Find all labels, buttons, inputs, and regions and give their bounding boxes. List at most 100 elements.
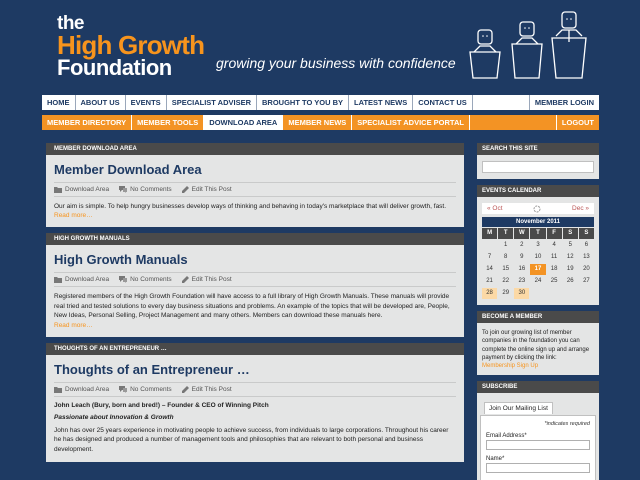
calendar-day[interactable]: 21 — [482, 276, 498, 287]
calendar-day-header: W — [514, 228, 530, 239]
nav-spacer — [473, 95, 529, 110]
site-logo[interactable]: the High Growth Foundation — [57, 14, 205, 80]
calendar-day[interactable]: 30 — [514, 288, 530, 299]
nav-spacer — [470, 115, 556, 130]
nav-member-login[interactable]: MEMBER LOGIN — [528, 95, 599, 110]
calendar-day[interactable]: 15 — [498, 264, 514, 275]
post-title[interactable]: Member Download Area — [54, 162, 456, 177]
calendar-day[interactable]: 27 — [578, 276, 594, 287]
calendar-day[interactable]: 16 — [514, 264, 530, 275]
calendar-day[interactable]: 14 — [482, 264, 498, 275]
meta-comments[interactable]: No Comments — [119, 276, 172, 284]
nav-contact-us[interactable]: CONTACT US — [413, 95, 473, 110]
nav-download-area[interactable]: DOWNLOAD AREA — [204, 115, 284, 130]
name-field[interactable] — [486, 462, 590, 473]
calendar-day[interactable]: 8 — [498, 252, 514, 263]
calendar-day[interactable]: 9 — [514, 252, 530, 263]
post-body: Member Download Area Download Area No Co… — [46, 155, 464, 227]
folder-icon — [54, 277, 62, 284]
nav-events[interactable]: EVENTS — [126, 95, 167, 110]
events-calendar-widget: EVENTS CALENDAR « Oct Dec » November 201… — [477, 185, 599, 305]
meta-edit[interactable]: Edit This Post — [181, 385, 232, 393]
post-excerpt: Our aim is simple. To help hungry busine… — [54, 203, 447, 210]
post-body: High Growth Manuals Download Area No Com… — [46, 245, 464, 336]
become-member-widget: BECOME A MEMBER To join our growing list… — [477, 311, 599, 375]
calendar-day[interactable]: 28 — [482, 288, 498, 299]
calendar-prev-month[interactable]: « Oct — [487, 205, 503, 212]
membership-sign-up-link[interactable]: Membership Sign Up — [482, 363, 594, 369]
calendar-next-month[interactable]: Dec » — [572, 205, 589, 212]
calendar-month-title: November 2011 — [482, 217, 594, 227]
calendar-day-header: S — [578, 228, 594, 239]
calendar-day[interactable]: 7 — [482, 252, 498, 263]
nav-brought-to-you-by[interactable]: BROUGHT TO YOU BY — [257, 95, 349, 110]
calendar-day[interactable]: 2 — [514, 240, 530, 251]
subscribe-body: Join Our Mailing List *indicates require… — [477, 393, 599, 480]
calendar-day[interactable]: 26 — [562, 276, 578, 287]
meta-comments[interactable]: No Comments — [119, 385, 172, 393]
podium-figures-illustration — [469, 11, 587, 79]
nav-home[interactable]: HOME — [42, 95, 76, 110]
email-field[interactable] — [486, 439, 590, 450]
nav-logout[interactable]: LOGOUT — [555, 115, 599, 130]
calendar-day[interactable]: 12 — [562, 252, 578, 263]
calendar-empty-cell — [482, 240, 498, 251]
comments-icon — [119, 276, 128, 284]
meta-comments[interactable]: No Comments — [119, 186, 172, 193]
search-widget-body — [477, 155, 599, 179]
calendar-day[interactable]: 23 — [514, 276, 530, 287]
site-tagline: growing your business with confidence — [216, 55, 456, 71]
meta-edit-label: Edit This Post — [191, 385, 232, 393]
mailing-list-form: *indicates required Email Address* Name* — [480, 414, 596, 480]
nav-specialist-adviser[interactable]: SPECIALIST ADVISER — [167, 95, 258, 110]
post-meta: Download Area No Comments Edit This Post — [54, 272, 456, 288]
calendar-day[interactable]: 10 — [530, 252, 546, 263]
calendar-today[interactable]: 17 — [530, 264, 546, 275]
calendar-day[interactable]: 13 — [578, 252, 594, 263]
calendar-day[interactable]: 5 — [562, 240, 578, 251]
calendar-day[interactable]: 6 — [578, 240, 594, 251]
post-section-header: THOUGHTS OF AN ENTREPRENEUR … — [46, 342, 464, 355]
search-widget: SEARCH THIS SITE — [477, 143, 599, 179]
nav-member-news[interactable]: MEMBER NEWS — [283, 115, 353, 130]
events-calendar-body: « Oct Dec » November 2011 MTWTFSS1234567… — [477, 197, 599, 305]
nav-specialist-advice-portal[interactable]: SPECIALIST ADVICE PORTAL — [352, 115, 470, 130]
nav-about-us[interactable]: ABOUT US — [76, 95, 126, 110]
nav-member-directory[interactable]: MEMBER DIRECTORY — [42, 115, 133, 130]
post-title[interactable]: Thoughts of an Entrepreneur … — [54, 362, 456, 377]
post-member-download-area: MEMBER DOWNLOAD AREA Member Download Are… — [46, 143, 464, 228]
meta-edit[interactable]: Edit This Post — [181, 186, 232, 193]
calendar-day[interactable]: 22 — [498, 276, 514, 287]
search-input[interactable] — [482, 161, 594, 173]
logo-foundation: Foundation — [57, 55, 172, 80]
read-more-link[interactable]: Read more… — [54, 212, 456, 219]
member-nav: MEMBER DIRECTORY MEMBER TOOLS DOWNLOAD A… — [42, 115, 599, 130]
calendar-day[interactable]: 11 — [546, 252, 562, 263]
subscribe-title: SUBSCRIBE — [477, 380, 599, 393]
calendar-day[interactable]: 3 — [530, 240, 546, 251]
post-title[interactable]: High Growth Manuals — [54, 252, 456, 267]
calendar-day-header: T — [530, 228, 546, 239]
subscribe-widget: SUBSCRIBE Join Our Mailing List *indicat… — [477, 380, 599, 480]
calendar-day[interactable]: 19 — [562, 264, 578, 275]
become-member-text: To join our growing list of member compa… — [482, 330, 590, 362]
meta-category[interactable]: Download Area — [54, 186, 109, 193]
pencil-icon — [181, 385, 189, 393]
pencil-icon — [181, 186, 189, 193]
calendar-day[interactable]: 25 — [546, 276, 562, 287]
nav-member-tools[interactable]: MEMBER TOOLS — [132, 115, 205, 130]
nav-latest-news[interactable]: LATEST NEWS — [349, 95, 414, 110]
calendar-day[interactable]: 4 — [546, 240, 562, 251]
comments-icon — [119, 186, 128, 193]
calendar-day[interactable]: 29 — [498, 288, 514, 299]
become-member-body: To join our growing list of member compa… — [477, 323, 599, 375]
calendar-day[interactable]: 20 — [578, 264, 594, 275]
calendar-day[interactable]: 18 — [546, 264, 562, 275]
calendar-day[interactable]: 1 — [498, 240, 514, 251]
meta-category[interactable]: Download Area — [54, 386, 109, 393]
calendar-day[interactable]: 24 — [530, 276, 546, 287]
meta-edit[interactable]: Edit This Post — [181, 276, 232, 284]
meta-category[interactable]: Download Area — [54, 276, 109, 284]
read-more-link[interactable]: Read more… — [54, 322, 456, 329]
main-content: MEMBER DOWNLOAD AREA Member Download Are… — [46, 143, 464, 468]
